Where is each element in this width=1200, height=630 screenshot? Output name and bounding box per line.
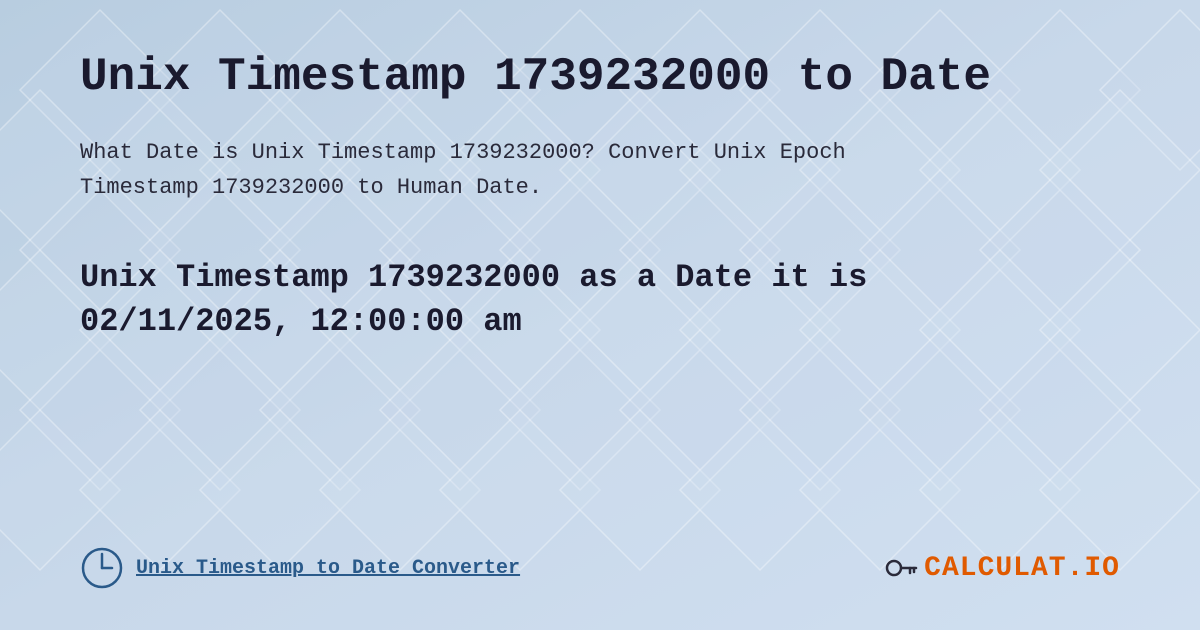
page-title: Unix Timestamp 1739232000 to Date <box>80 50 1120 105</box>
clock-icon <box>80 546 124 590</box>
logo: CALCULAT.IO <box>882 550 1120 586</box>
result-line1: Unix Timestamp 1739232000 as a Date it i… <box>80 259 867 296</box>
result-line2: 02/11/2025, 12:00:00 am <box>80 303 522 340</box>
logo-text-main: CALCULAT <box>924 553 1066 584</box>
result-text: Unix Timestamp 1739232000 as a Date it i… <box>80 256 1120 346</box>
footer-left[interactable]: Unix Timestamp to Date Converter <box>80 546 520 590</box>
logo-icon <box>882 550 918 586</box>
footer: Unix Timestamp to Date Converter CALCULA… <box>80 526 1120 590</box>
footer-label[interactable]: Unix Timestamp to Date Converter <box>136 557 520 580</box>
logo-text: CALCULAT.IO <box>924 553 1120 584</box>
description-line1: What Date is Unix Timestamp 1739232000? … <box>80 140 846 165</box>
result-section: Unix Timestamp 1739232000 as a Date it i… <box>80 256 1120 346</box>
description: What Date is Unix Timestamp 1739232000? … <box>80 135 980 205</box>
description-line2: Timestamp 1739232000 to Human Date. <box>80 175 542 200</box>
logo-text-accent: .IO <box>1067 553 1120 584</box>
